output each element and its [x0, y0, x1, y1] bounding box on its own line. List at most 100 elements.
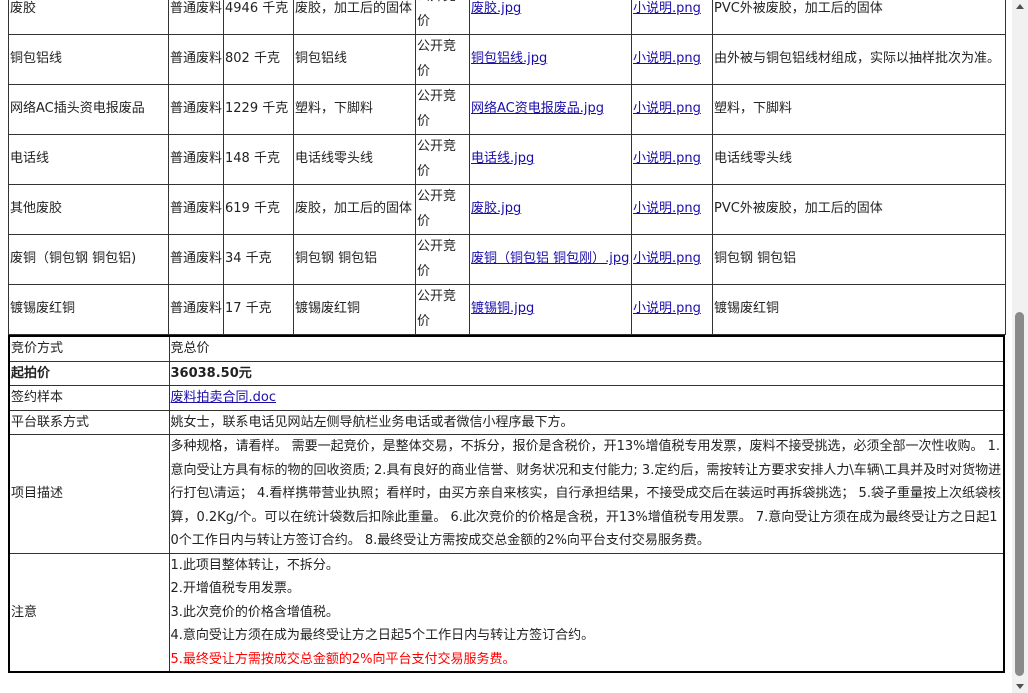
- item-remark: 塑料，下脚料: [712, 84, 1006, 135]
- item-name: 电话线: [8, 134, 169, 185]
- item-doc-cell: 小说明.png: [631, 84, 713, 135]
- item-doc-cell: 小说明.png: [631, 0, 713, 35]
- item-method: 公开竞价: [415, 284, 470, 335]
- item-type: 普通废料: [168, 84, 224, 135]
- item-method: 公开竞价: [415, 34, 470, 85]
- chevron-up-icon[interactable]: [1012, 0, 1028, 14]
- item-quantity: 17 千克: [223, 284, 294, 335]
- bid-mode-label: 竞价方式: [8, 335, 170, 362]
- item-method: 公开竞价: [415, 134, 470, 185]
- item-name: 废胶: [8, 0, 169, 35]
- notes-value: 1.此项目整体转让，不拆分。 2.开增值税专用发票。 3.此次竞价的价格含增值税…: [168, 552, 1005, 673]
- item-remark: PVC外被废胶，加工后的固体: [712, 0, 1006, 35]
- item-doc-link[interactable]: 小说明.png: [633, 251, 701, 266]
- item-doc-link[interactable]: 小说明.png: [633, 51, 701, 66]
- item-description: 废胶，加工后的固体: [293, 184, 416, 235]
- notes-row: 注意 1.此项目整体转让，不拆分。 2.开增值税专用发票。 3.此次竞价的价格含…: [8, 552, 1005, 673]
- item-doc-link[interactable]: 小说明.png: [633, 301, 701, 316]
- item-name: 铜包铝线: [8, 34, 169, 85]
- item-photo-link[interactable]: 镀锡铜.jpg: [471, 301, 534, 316]
- item-method: 公开竞价: [415, 84, 470, 135]
- item-description: 电话线零头线: [293, 134, 416, 185]
- item-method: 公开竞价: [415, 184, 470, 235]
- item-photo-link[interactable]: 网络AC资电报废品.jpg: [471, 101, 604, 116]
- item-quantity: 619 千克: [223, 184, 294, 235]
- item-doc-cell: 小说明.png: [631, 284, 713, 335]
- item-doc-link[interactable]: 小说明.png: [633, 201, 701, 216]
- item-quantity: 802 千克: [223, 34, 294, 85]
- description-value: 多种规格，请看样。 需要一起竞价，是整体交易，不拆分，报价是含税价，开13%增值…: [168, 434, 1005, 554]
- item-photo-link[interactable]: 铜包铝线.jpg: [471, 51, 547, 66]
- item-doc-link[interactable]: 小说明.png: [633, 101, 701, 116]
- start-price-row: 起拍价 36038.50元: [8, 360, 1005, 386]
- note-line: 2.开增值税专用发票。: [170, 581, 300, 596]
- contact-value: 姚女士，联系电话见网站左侧导航栏业务电话或者微信小程序最下方。: [168, 409, 1005, 435]
- item-name: 其他废胶: [8, 184, 169, 235]
- item-quantity: 34 千克: [223, 234, 294, 285]
- item-doc-cell: 小说明.png: [631, 184, 713, 235]
- item-photo-cell: 铜包铝线.jpg: [469, 34, 632, 85]
- start-price-label: 起拍价: [8, 360, 170, 386]
- contract-row: 签约样本 废料拍卖合同.doc: [8, 385, 1005, 411]
- item-doc-cell: 小说明.png: [631, 234, 713, 285]
- item-doc-cell: 小说明.png: [631, 34, 713, 85]
- item-photo-cell: 镀锡铜.jpg: [469, 284, 632, 335]
- chevron-down-icon[interactable]: [1012, 679, 1028, 693]
- item-remark: 由外被与铜包铝线材组成，实际以抽样批次为准。: [712, 34, 1006, 85]
- contract-label: 签约样本: [8, 385, 170, 411]
- notes-label: 注意: [8, 552, 170, 673]
- item-method: 公开竞价: [415, 0, 470, 35]
- item-name: 网络AC插头资电报废品: [8, 84, 169, 135]
- details-table: 竞价方式 竞总价 起拍价 36038.50元 签约样本 废料拍卖合同.doc 平…: [8, 335, 1005, 673]
- item-description: 镀锡废红铜: [293, 284, 416, 335]
- item-photo-link[interactable]: 电话线.jpg: [471, 151, 534, 166]
- item-description: 废胶，加工后的固体: [293, 0, 416, 35]
- bid-mode-row: 竞价方式 竞总价: [8, 335, 1005, 362]
- start-price-value: 36038.50元: [168, 360, 1005, 386]
- table-row: 废铜（铜包钢 铜包铝) 普通废料 34 千克 铜包钢 铜包铝 公开竞价 废铜（铜包铝 铜包…: [8, 234, 1006, 285]
- description-row: 项目描述 多种规格，请看样。 需要一起竞价，是整体交易，不拆分，报价是含税价，开…: [8, 434, 1005, 554]
- item-photo-link[interactable]: 废铜（铜包铝 铜包刚）.jpg: [471, 251, 629, 266]
- item-quantity: 4946 千克: [223, 0, 294, 35]
- contract-link[interactable]: 废料拍卖合同.doc: [171, 390, 277, 405]
- item-description: 塑料，下脚料: [293, 84, 416, 135]
- item-type: 普通废料: [168, 34, 224, 85]
- item-type: 普通废料: [168, 134, 224, 185]
- item-photo-cell: 废胶.jpg: [469, 0, 632, 35]
- item-type: 普通废料: [168, 284, 224, 335]
- content: 废胶普通废料4946 千克废胶，加工后的固体公开竞价废胶.jpg小说明.pngP…: [8, 0, 1006, 673]
- item-doc-link[interactable]: 小说明.png: [633, 151, 701, 166]
- note-line: 4.意向受让方须在成为最终受让方之日起5个工作日内与转让方签订合约。: [170, 628, 595, 643]
- item-photo-link[interactable]: 废胶.jpg: [471, 1, 521, 16]
- contact-label: 平台联系方式: [8, 409, 170, 435]
- table-row: 铜包铝线 普通废料 802 千克 铜包铝线 公开竞价 铜包铝线.jpg 小说明.png 由外被…: [8, 34, 1006, 85]
- description-label: 项目描述: [8, 434, 170, 554]
- item-description: 铜包铝线: [293, 34, 416, 85]
- table-row: 镀锡废红铜 普通废料 17 千克 镀锡废红铜 公开竞价 镀锡铜.jpg 小说明.png 镀锡废…: [8, 284, 1006, 335]
- item-remark: PVC外被废胶，加工后的固体: [712, 184, 1006, 235]
- item-doc-cell: 小说明.png: [631, 134, 713, 185]
- item-quantity: 1229 千克: [223, 84, 294, 135]
- item-doc-link[interactable]: 小说明.png: [633, 1, 701, 16]
- item-photo-cell: 网络AC资电报废品.jpg: [469, 84, 632, 135]
- item-photo-cell: 电话线.jpg: [469, 134, 632, 185]
- item-remark: 电话线零头线: [712, 134, 1006, 185]
- items-table: 废胶普通废料4946 千克废胶，加工后的固体公开竞价废胶.jpg小说明.pngP…: [8, 0, 1006, 335]
- item-description: 铜包钢 铜包铝: [293, 234, 416, 285]
- vertical-scrollbar[interactable]: [1012, 0, 1028, 693]
- item-type: 普通废料: [168, 184, 224, 235]
- item-name: 镀锡废红铜: [8, 284, 169, 335]
- item-method: 公开竞价: [415, 234, 470, 285]
- item-name: 废铜（铜包钢 铜包铝): [8, 234, 169, 285]
- item-photo-link[interactable]: 废胶.jpg: [471, 201, 521, 216]
- item-quantity: 148 千克: [223, 134, 294, 185]
- table-row: 网络AC插头资电报废品 普通废料 1229 千克 塑料，下脚料 公开竞价 网络AC资电报废…: [8, 84, 1006, 135]
- item-photo-cell: 废胶.jpg: [469, 184, 632, 235]
- item-remark: 铜包钢 铜包铝: [712, 234, 1006, 285]
- item-photo-cell: 废铜（铜包铝 铜包刚）.jpg: [469, 234, 632, 285]
- bid-mode-value: 竞总价: [168, 335, 1005, 362]
- scrollbar-thumb[interactable]: [1015, 312, 1024, 676]
- item-remark: 镀锡废红铜: [712, 284, 1006, 335]
- table-row: 电话线 普通废料 148 千克 电话线零头线 公开竞价 电话线.jpg 小说明.png 电话线…: [8, 134, 1006, 185]
- note-line: 1.此项目整体转让，不拆分。: [170, 557, 339, 573]
